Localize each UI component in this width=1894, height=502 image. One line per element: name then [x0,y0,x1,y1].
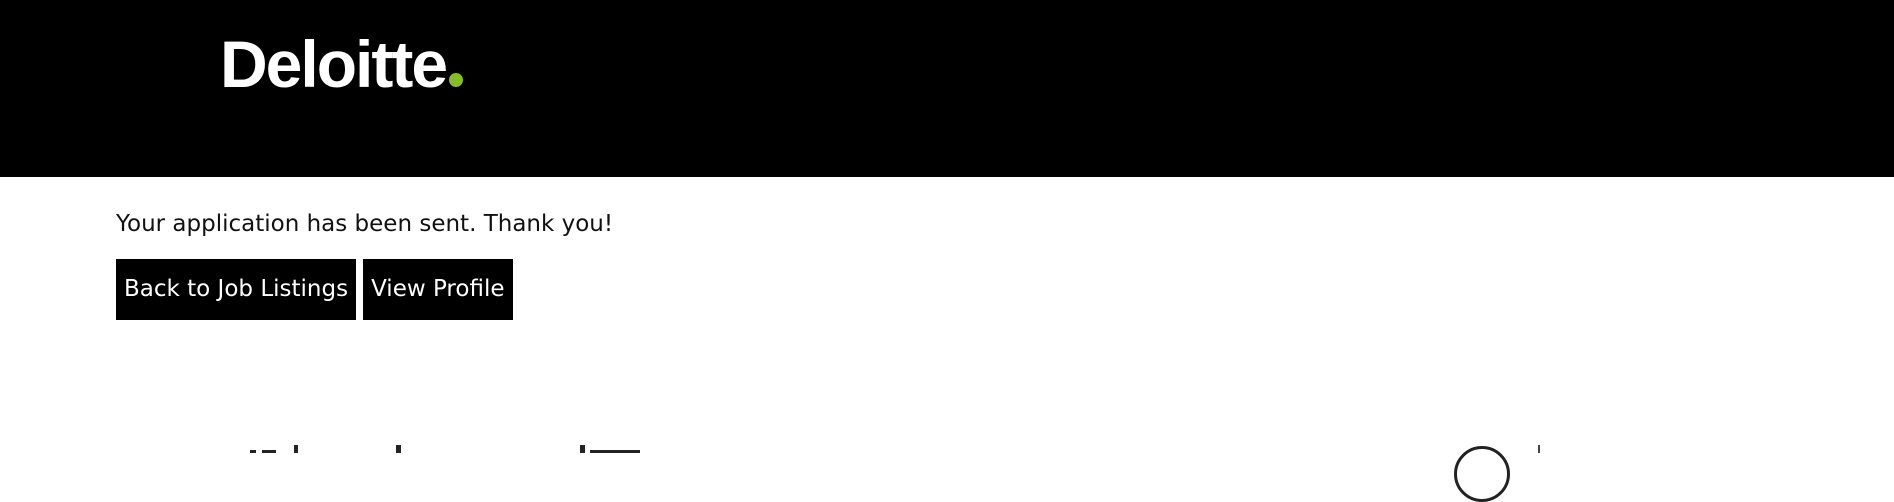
partially-visible-text [250,441,850,453]
logo-dot [449,73,464,87]
logo-text: Deloitte [220,27,448,101]
site-header: Deloitte [0,0,1894,177]
view-profile-button[interactable]: View Profile [363,259,513,320]
deloitte-logo[interactable]: Deloitte [220,26,464,102]
confirmation-message: Your application has been sent. Thank yo… [116,211,614,237]
divider [1538,445,1540,453]
back-to-job-listings-button[interactable]: Back to Job Listings [116,259,357,320]
circle-icon[interactable] [1454,446,1510,502]
action-buttons: Back to Job Listings View Profile [116,259,513,320]
